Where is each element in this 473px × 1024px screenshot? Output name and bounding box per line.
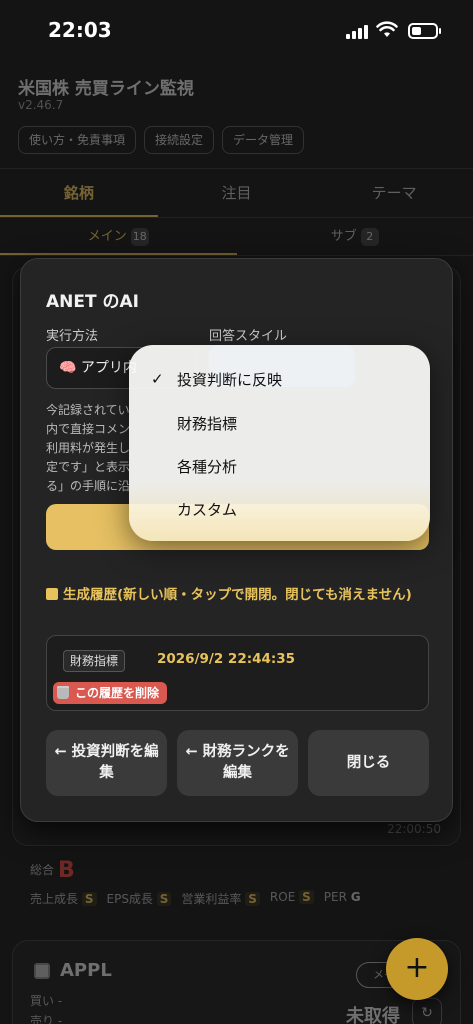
metric-item: PER G [324, 890, 361, 907]
subtab-main-label: メイン [87, 229, 127, 244]
metric-label: EPS成長 [106, 892, 153, 906]
metric-label: ROE [269, 890, 296, 904]
description-line: 内で直接コメン [46, 422, 131, 436]
method-description: 今記録されてい 内で直接コメン 利用料が発生し 定です」と表示 る」の手順に沿 [46, 401, 136, 496]
menu-item-investment[interactable]: 投資判断に反映 [177, 369, 282, 390]
subtab-sub-label: サブ [330, 229, 357, 244]
metric-grade: S [299, 890, 314, 904]
stock-ticker: APPL [60, 960, 112, 981]
header-chips: 使い方・免責事項 接続設定 データ管理 [18, 126, 305, 154]
style-label: 回答スタイル [209, 329, 288, 344]
subtab-main-count: 18 [130, 228, 149, 246]
cellular-signal-icon [346, 25, 368, 39]
metric-grade: S [245, 892, 260, 906]
metric-grade: S [81, 892, 97, 906]
delete-history-button[interactable]: この履歴を削除 [53, 682, 168, 704]
menu-tint [129, 481, 430, 541]
style-dropdown-menu: ✓ 投資判断に反映 財務指標 各種分析 カスタム [129, 345, 430, 541]
battery-icon [408, 23, 441, 39]
metric-grade: G [350, 890, 361, 904]
tab-theme[interactable]: テーマ [315, 169, 473, 217]
add-stock-button[interactable]: + [386, 938, 448, 1000]
fetch-status: 未取得 [346, 1006, 400, 1024]
app-title: 米国株 売買ライン監視 [18, 79, 194, 99]
history-title: 生成履歴(新しい順・タップで開閉。閉じても消えません) [46, 585, 426, 606]
history-tag: 財務指標 [63, 650, 126, 672]
chip-connection[interactable]: 接続設定 [144, 126, 215, 154]
menu-item-custom[interactable]: カスタム [177, 499, 237, 520]
chip-data[interactable]: データ管理 [222, 126, 305, 154]
metric-item: ROE S [270, 890, 314, 907]
metric-grades: 売上成長 S EPS成長 S 営業利益率 S ROE S PER G [30, 890, 361, 907]
edit-financial-rank-button[interactable]: ← 財務ランクを編集 [177, 730, 298, 796]
close-button[interactable]: 閉じる [308, 730, 429, 796]
app-version: v2.46.7 [18, 98, 64, 112]
delete-history-label: この履歴を削除 [75, 686, 160, 700]
description-line: 利用料が発生し [46, 441, 131, 455]
status-time: 22:03 [48, 18, 112, 42]
subtab-sub[interactable]: サブ 2 [237, 220, 473, 255]
metric-item: 営業利益率 S [181, 890, 260, 907]
history-item[interactable]: 財務指標 2026/9/2 22:44:35 この履歴を削除 [46, 635, 429, 711]
main-tabs: 銘柄 注目 テーマ [0, 168, 473, 218]
history-date: 2026/9/2 22:44:35 [157, 651, 296, 667]
menu-item-analysis[interactable]: 各種分析 [177, 456, 237, 477]
refresh-icon[interactable]: ↻ [412, 998, 442, 1024]
trash-icon [57, 686, 69, 699]
history-title-text: 生成履歴(新しい順・タップで開閉。閉じても消えません) [63, 587, 412, 603]
sub-tabs: メイン 18 サブ 2 [0, 220, 473, 256]
chip-help[interactable]: 使い方・免責事項 [18, 126, 137, 154]
edit-investment-button[interactable]: ← 投資判断を編集 [46, 730, 167, 796]
metric-label: PER [323, 890, 347, 904]
description-line: 定です」と表示 [46, 460, 131, 474]
modal-button-row: ← 投資判断を編集 ← 財務ランクを編集 閉じる [46, 730, 429, 796]
method-label: 実行方法 [46, 329, 99, 344]
metric-item: 売上成長 S [30, 890, 97, 907]
sell-line: 売り - [30, 1014, 63, 1024]
buy-line: 買い - [30, 994, 63, 1008]
status-bar: 22:03 [0, 0, 473, 62]
menu-item-financial[interactable]: 財務指標 [177, 413, 237, 434]
metric-label: 売上成長 [30, 892, 79, 906]
card-updated-time: 22:00:50 [387, 822, 441, 836]
metric-item: EPS成長 S [107, 890, 172, 907]
metric-grade: S [156, 892, 172, 906]
total-grade: 総合 B [30, 858, 75, 883]
modal-title: ANET のAI [46, 292, 139, 312]
square-icon [46, 588, 58, 600]
subtab-sub-count: 2 [360, 228, 379, 246]
checkmark-icon: ✓ [151, 370, 164, 388]
total-grade-value: B [58, 858, 75, 883]
description-line: る」の手順に沿 [46, 479, 131, 493]
description-line: 今記録されてい [46, 403, 130, 417]
tab-stocks[interactable]: 銘柄 [0, 169, 158, 217]
metric-label: 営業利益率 [181, 892, 242, 906]
stock-checkbox[interactable] [34, 963, 50, 979]
tab-watch[interactable]: 注目 [158, 169, 316, 217]
subtab-main[interactable]: メイン 18 [0, 220, 237, 255]
total-label: 総合 [30, 863, 55, 877]
wifi-icon [376, 21, 398, 37]
